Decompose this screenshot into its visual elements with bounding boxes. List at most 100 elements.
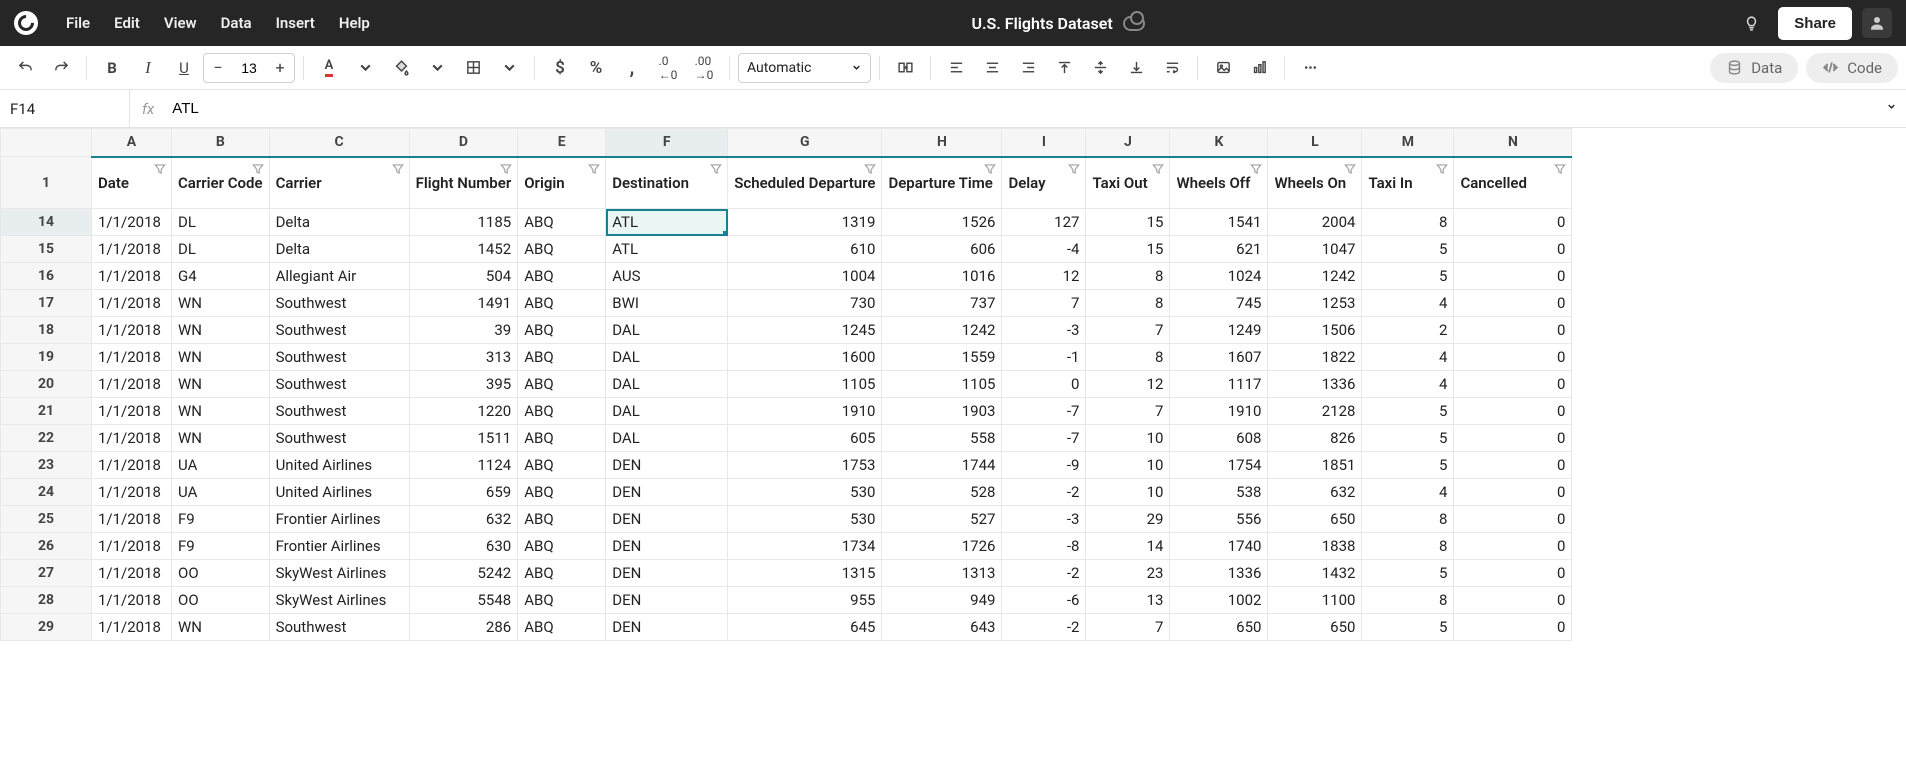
cell-E29[interactable]: ABQ (518, 614, 606, 641)
cell-L15[interactable]: 1047 (1268, 236, 1362, 263)
cell-I27[interactable]: -2 (1002, 560, 1086, 587)
cell-H24[interactable]: 528 (882, 479, 1002, 506)
valign-top-button[interactable] (1047, 51, 1081, 85)
cell-K22[interactable]: 608 (1170, 425, 1268, 452)
cell-L24[interactable]: 632 (1268, 479, 1362, 506)
cell-G29[interactable]: 645 (728, 614, 882, 641)
cell-L27[interactable]: 1432 (1268, 560, 1362, 587)
cell-M29[interactable]: 5 (1362, 614, 1454, 641)
cell-F27[interactable]: DEN (606, 560, 728, 587)
cell-G18[interactable]: 1245 (728, 317, 882, 344)
cell-I19[interactable]: -1 (1002, 344, 1086, 371)
cell-A21[interactable]: 1/1/2018 (92, 398, 172, 425)
share-button[interactable]: Share (1778, 7, 1852, 40)
cell-N21[interactable]: 0 (1454, 398, 1572, 425)
cell-B15[interactable]: DL (172, 236, 270, 263)
cell-K26[interactable]: 1740 (1170, 533, 1268, 560)
cell-J24[interactable]: 10 (1086, 479, 1170, 506)
cell-K27[interactable]: 1336 (1170, 560, 1268, 587)
cell-A20[interactable]: 1/1/2018 (92, 371, 172, 398)
cell-H25[interactable]: 527 (882, 506, 1002, 533)
cell-G16[interactable]: 1004 (728, 263, 882, 290)
table-header-cell[interactable]: Delay (1002, 157, 1086, 209)
cell-G15[interactable]: 610 (728, 236, 882, 263)
cell-L22[interactable]: 826 (1268, 425, 1362, 452)
cell-A29[interactable]: 1/1/2018 (92, 614, 172, 641)
cell-E14[interactable]: ABQ (518, 209, 606, 236)
cell-F17[interactable]: BWI (606, 290, 728, 317)
cell-D24[interactable]: 659 (409, 479, 518, 506)
cell-M19[interactable]: 4 (1362, 344, 1454, 371)
cell-L21[interactable]: 2128 (1268, 398, 1362, 425)
cell-J25[interactable]: 29 (1086, 506, 1170, 533)
table-header-cell[interactable]: Taxi In (1362, 157, 1454, 209)
menu-help[interactable]: Help (327, 8, 382, 38)
cell-J16[interactable]: 8 (1086, 263, 1170, 290)
undo-button[interactable] (8, 51, 42, 85)
table-header-cell[interactable]: Carrier (269, 157, 409, 209)
cell-G17[interactable]: 730 (728, 290, 882, 317)
cell-K19[interactable]: 1607 (1170, 344, 1268, 371)
cell-N23[interactable]: 0 (1454, 452, 1572, 479)
cell-F26[interactable]: DEN (606, 533, 728, 560)
cell-A22[interactable]: 1/1/2018 (92, 425, 172, 452)
cell-N24[interactable]: 0 (1454, 479, 1572, 506)
cell-F28[interactable]: DEN (606, 587, 728, 614)
cell-H29[interactable]: 643 (882, 614, 1002, 641)
valign-bottom-button[interactable] (1119, 51, 1153, 85)
cell-I29[interactable]: -2 (1002, 614, 1086, 641)
cell-A17[interactable]: 1/1/2018 (92, 290, 172, 317)
cell-C22[interactable]: Southwest (269, 425, 409, 452)
column-header-G[interactable]: G (728, 129, 882, 157)
cell-K17[interactable]: 745 (1170, 290, 1268, 317)
app-logo[interactable] (14, 11, 38, 35)
cell-M16[interactable]: 5 (1362, 263, 1454, 290)
cell-M15[interactable]: 5 (1362, 236, 1454, 263)
cell-M20[interactable]: 4 (1362, 371, 1454, 398)
cell-F19[interactable]: DAL (606, 344, 728, 371)
row-header-20[interactable]: 20 (1, 371, 92, 398)
text-color-dropdown[interactable] (348, 51, 382, 85)
document-title[interactable]: U.S. Flights Dataset (971, 14, 1112, 33)
insert-chart-button[interactable] (1242, 51, 1276, 85)
cell-L28[interactable]: 1100 (1268, 587, 1362, 614)
cell-F23[interactable]: DEN (606, 452, 728, 479)
row-header-28[interactable]: 28 (1, 587, 92, 614)
cell-N27[interactable]: 0 (1454, 560, 1572, 587)
cell-J19[interactable]: 8 (1086, 344, 1170, 371)
cell-C18[interactable]: Southwest (269, 317, 409, 344)
cell-L26[interactable]: 1838 (1268, 533, 1362, 560)
cell-G20[interactable]: 1105 (728, 371, 882, 398)
table-header-cell[interactable]: Scheduled Departure (728, 157, 882, 209)
merge-cells-button[interactable] (888, 51, 922, 85)
cell-D18[interactable]: 39 (409, 317, 518, 344)
cell-B25[interactable]: F9 (172, 506, 270, 533)
cell-J29[interactable]: 7 (1086, 614, 1170, 641)
cell-E20[interactable]: ABQ (518, 371, 606, 398)
cell-N25[interactable]: 0 (1454, 506, 1572, 533)
cell-E15[interactable]: ABQ (518, 236, 606, 263)
fill-color-dropdown[interactable] (420, 51, 454, 85)
user-menu-button[interactable] (1862, 8, 1892, 38)
cell-A28[interactable]: 1/1/2018 (92, 587, 172, 614)
cell-J22[interactable]: 10 (1086, 425, 1170, 452)
cell-D16[interactable]: 504 (409, 263, 518, 290)
cell-N16[interactable]: 0 (1454, 263, 1572, 290)
row-header-27[interactable]: 27 (1, 560, 92, 587)
cell-I25[interactable]: -3 (1002, 506, 1086, 533)
column-header-J[interactable]: J (1086, 129, 1170, 157)
table-header-cell[interactable]: Taxi Out (1086, 157, 1170, 209)
cell-I17[interactable]: 7 (1002, 290, 1086, 317)
cell-N26[interactable]: 0 (1454, 533, 1572, 560)
cell-F16[interactable]: AUS (606, 263, 728, 290)
align-left-button[interactable] (939, 51, 973, 85)
cell-D26[interactable]: 630 (409, 533, 518, 560)
cell-J28[interactable]: 13 (1086, 587, 1170, 614)
cell-D19[interactable]: 313 (409, 344, 518, 371)
cell-B14[interactable]: DL (172, 209, 270, 236)
redo-button[interactable] (44, 51, 78, 85)
spreadsheet-grid[interactable]: ABCDEFGHIJKLMN1DateCarrier CodeCarrierFl… (0, 128, 1906, 775)
cell-A23[interactable]: 1/1/2018 (92, 452, 172, 479)
cell-N29[interactable]: 0 (1454, 614, 1572, 641)
borders-button[interactable] (456, 51, 490, 85)
